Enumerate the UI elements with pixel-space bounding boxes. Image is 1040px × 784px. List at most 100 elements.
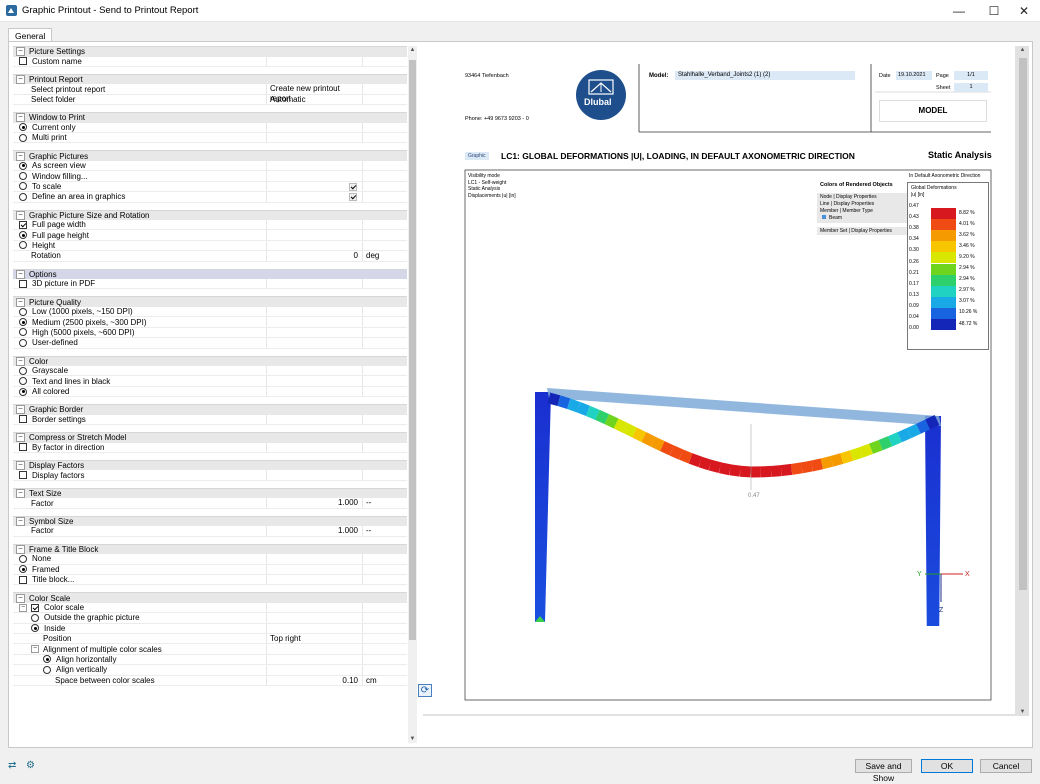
row-value[interactable] — [267, 220, 363, 229]
row-value[interactable] — [267, 230, 363, 239]
preview-scroll-down-icon[interactable]: ▼ — [1018, 709, 1027, 715]
collapse-icon[interactable]: − — [16, 489, 25, 498]
radio-button[interactable] — [19, 367, 27, 375]
row-value[interactable]: Automatic — [267, 95, 363, 104]
tree-row[interactable]: Grayscale — [13, 366, 407, 376]
row-value[interactable] — [267, 387, 363, 396]
row-value[interactable] — [267, 328, 363, 337]
row-value[interactable] — [267, 644, 363, 653]
tree-section[interactable]: −Symbol Size — [13, 516, 407, 527]
settings-icon[interactable]: ⚙ — [26, 760, 40, 772]
tree-row[interactable]: Display factors — [13, 470, 407, 480]
tree-section[interactable]: −Frame & Title Block — [13, 544, 407, 555]
tree-row[interactable]: To scale — [13, 182, 407, 192]
collapse-icon[interactable]: − — [16, 152, 25, 161]
cancel-button[interactable]: Cancel — [980, 759, 1032, 773]
close-button[interactable]: ✕ — [1008, 0, 1040, 22]
radio-button[interactable] — [19, 377, 27, 385]
tree-section[interactable]: −Display Factors — [13, 460, 407, 471]
tree-row[interactable]: Custom name — [13, 57, 407, 67]
scroll-down-icon[interactable]: ▼ — [408, 736, 417, 742]
row-value[interactable] — [267, 366, 363, 375]
tree-row[interactable]: Align vertically — [13, 665, 407, 675]
collapse-icon[interactable]: − — [16, 113, 25, 122]
collapse-icon[interactable]: − — [16, 298, 25, 307]
collapse-icon[interactable]: − — [16, 270, 25, 279]
row-value[interactable] — [267, 603, 363, 612]
tree-row[interactable]: −Alignment of multiple color scales — [13, 644, 407, 654]
radio-button[interactable] — [19, 241, 27, 249]
tree-row[interactable]: 3D picture in PDF — [13, 279, 407, 289]
tree-row[interactable]: Factor1.000-- — [13, 526, 407, 536]
row-value[interactable] — [267, 613, 363, 622]
tree-row[interactable]: Current only — [13, 123, 407, 133]
radio-button[interactable] — [19, 123, 27, 131]
refresh-icon[interactable]: ⟳ — [418, 684, 432, 697]
radio-button[interactable] — [19, 231, 27, 239]
radio-button[interactable] — [19, 182, 27, 190]
radio-button[interactable] — [19, 318, 27, 326]
export-icon[interactable]: ⇄ — [8, 760, 22, 772]
checkbox[interactable] — [19, 280, 27, 288]
save-and-show-button[interactable]: Save and Show — [855, 759, 912, 773]
row-value[interactable] — [267, 338, 363, 347]
tree-row[interactable]: None — [13, 554, 407, 564]
collapse-icon[interactable]: − — [16, 461, 25, 470]
collapse-icon[interactable]: − — [16, 545, 25, 554]
row-value[interactable]: 0 — [267, 251, 363, 260]
radio-button[interactable] — [19, 172, 27, 180]
row-value[interactable] — [267, 565, 363, 574]
row-value[interactable] — [267, 470, 363, 479]
tree-section[interactable]: −Options — [13, 269, 407, 280]
tree-row[interactable]: −Color scale — [13, 603, 407, 613]
collapse-icon[interactable]: − — [16, 405, 25, 414]
tree-section[interactable]: −Printout Report — [13, 74, 407, 85]
tree-row[interactable]: Low (1000 pixels, ~150 DPI) — [13, 307, 407, 317]
tree-row[interactable]: Title block... — [13, 575, 407, 585]
tree-section[interactable]: −Picture Quality — [13, 296, 407, 307]
row-value[interactable] — [267, 624, 363, 633]
tree-section[interactable]: −Graphic Picture Size and Rotation — [13, 210, 407, 221]
checkbox[interactable] — [31, 604, 39, 612]
tree-section[interactable]: −Color — [13, 356, 407, 367]
tree-section[interactable]: −Graphic Border — [13, 404, 407, 415]
tree-row[interactable]: Outside the graphic picture — [13, 613, 407, 623]
radio-button[interactable] — [19, 328, 27, 336]
tree-row[interactable]: Full page height — [13, 230, 407, 240]
row-value[interactable] — [267, 123, 363, 132]
checkbox[interactable] — [19, 221, 27, 229]
row-value[interactable] — [267, 554, 363, 563]
tree-row[interactable]: Border settings — [13, 415, 407, 425]
tree-row[interactable]: Height — [13, 241, 407, 251]
row-value[interactable] — [267, 307, 363, 316]
radio-button[interactable] — [19, 565, 27, 573]
checkbox[interactable] — [19, 57, 27, 65]
scroll-up-icon[interactable]: ▲ — [408, 47, 417, 53]
ok-button[interactable]: OK — [921, 759, 973, 773]
radio-button[interactable] — [19, 134, 27, 142]
row-value[interactable] — [267, 241, 363, 250]
row-value[interactable] — [267, 415, 363, 424]
collapse-icon[interactable]: − — [16, 75, 25, 84]
tree-section[interactable]: −Text Size — [13, 488, 407, 499]
row-value[interactable]: Top right — [267, 634, 363, 643]
tree-row[interactable]: Space between color scales0.10cm — [13, 676, 407, 686]
row-value[interactable]: Create new printout report — [267, 84, 363, 93]
radio-button[interactable] — [19, 308, 27, 316]
row-value[interactable] — [267, 192, 363, 201]
tree-row[interactable]: Multi print — [13, 133, 407, 143]
tree-section[interactable]: −Compress or Stretch Model — [13, 432, 407, 443]
collapse-icon[interactable]: − — [16, 517, 25, 526]
radio-button[interactable] — [19, 339, 27, 347]
row-value[interactable] — [267, 443, 363, 452]
row-value[interactable]: 1.000 — [267, 526, 363, 535]
checkbox[interactable] — [19, 415, 27, 423]
settings-scroll-thumb[interactable] — [409, 60, 416, 640]
collapse-icon[interactable]: − — [16, 47, 25, 56]
collapse-icon[interactable]: − — [16, 433, 25, 442]
tree-section[interactable]: −Graphic Pictures — [13, 150, 407, 161]
radio-button[interactable] — [31, 614, 39, 622]
row-value[interactable]: 0.10 — [267, 676, 363, 685]
radio-button[interactable] — [19, 555, 27, 563]
checkbox[interactable] — [19, 576, 27, 584]
